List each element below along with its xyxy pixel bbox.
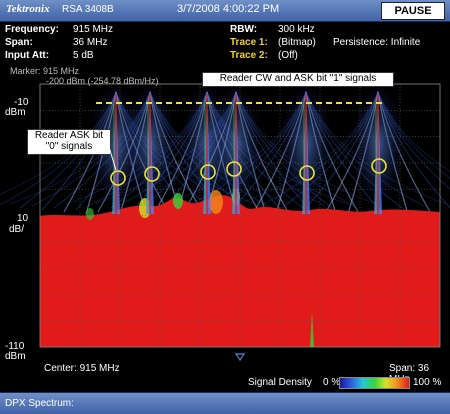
callout-leaders: [108, 146, 117, 171]
status-bar: DPX Spectrum:: [0, 392, 450, 414]
signal-density-label: Signal Density: [248, 377, 312, 388]
density-max: 100 %: [413, 377, 442, 388]
center-frequency: Center: 915 MHz: [44, 363, 120, 374]
density-min: 0 %: [323, 377, 341, 388]
spectrum-analyzer-window: Tektronix RSA 3408B 3/7/2008 4:00:22 PM …: [0, 0, 450, 414]
display-mode: DPX Spectrum:: [5, 398, 74, 409]
density-color-scale: [339, 377, 410, 389]
